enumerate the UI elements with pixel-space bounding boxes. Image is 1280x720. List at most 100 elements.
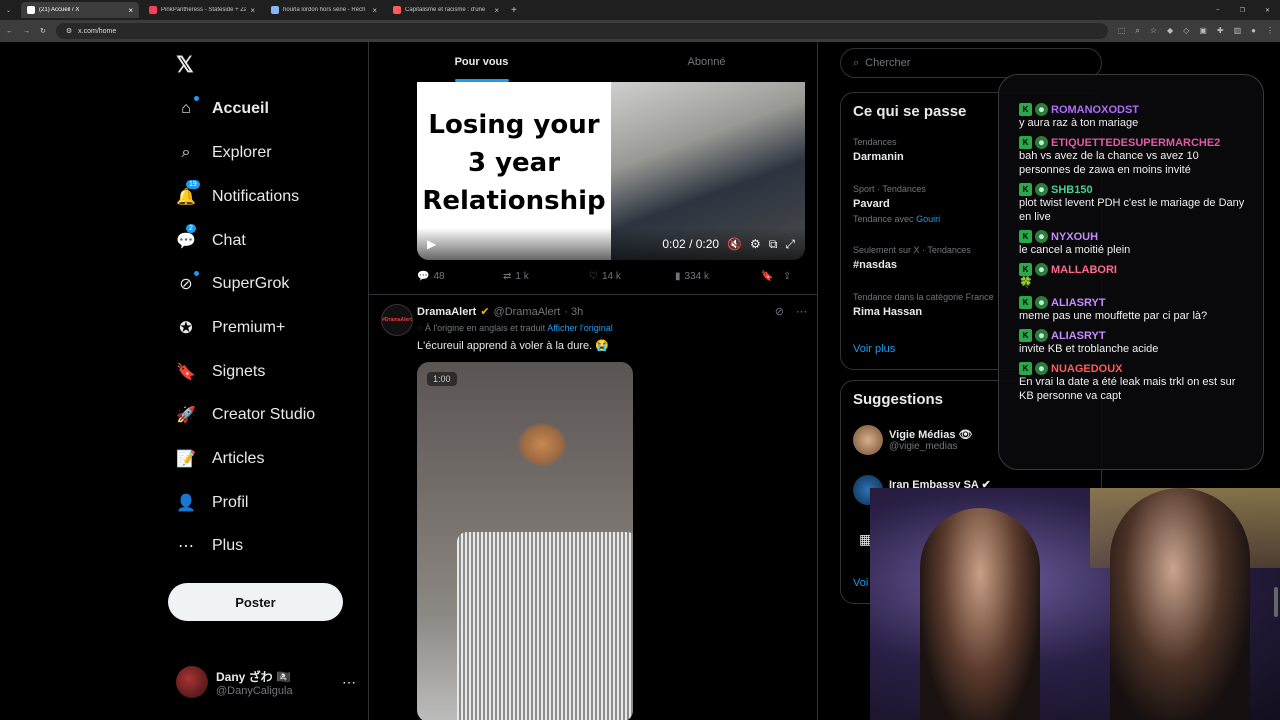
more-icon[interactable]: ⋯ (342, 674, 356, 691)
nav-item-chat[interactable]: 💬 2 Chat (176, 224, 246, 256)
menu-icon[interactable]: ⋮ (1266, 26, 1274, 36)
sidebar-icon[interactable]: ▥ (1234, 26, 1242, 36)
nav-item-premium-[interactable]: ✪ Premium+ (176, 313, 285, 343)
play-icon[interactable]: ▶ (427, 237, 436, 251)
trend-related-link[interactable]: Gouiri (916, 214, 940, 224)
webcam-overlay (870, 488, 1280, 720)
site-info-icon[interactable]: ⚙ (66, 27, 72, 35)
page-scrollbar[interactable] (1274, 92, 1278, 712)
trend-item[interactable]: Tendances Darmanin (853, 137, 1003, 163)
tweet-author-name[interactable]: DramaAlert (417, 306, 476, 318)
browser-toolbar: ← → ↻ ⚙ x.com/home ⬚ ⌕ ☆ ◆ ◇ ▣ ✚ ▥ ● ⋮ (0, 20, 1280, 42)
nav-item-accueil[interactable]: ⌂ Accueil (176, 94, 269, 124)
chat-text: 🍀 (1019, 277, 1033, 289)
account-switcher[interactable]: Dany ざわ 🏴‍☠️ @DanyCaligula ⋯ (176, 666, 356, 698)
repost-button[interactable]: ⇄ 1 k (503, 271, 589, 282)
scrollbar-thumb[interactable] (1274, 587, 1278, 617)
suggestion-item[interactable]: Vigie Médias 👁 @vigie_medias (853, 425, 972, 455)
chat-username: SHB150 (1051, 183, 1093, 196)
search-input[interactable] (865, 57, 1066, 69)
grok-icon[interactable]: ⊘ (775, 305, 784, 318)
close-tab-icon[interactable]: × (494, 6, 499, 15)
tab-title: hourla lordon hors série - Rech (283, 7, 366, 13)
caption-line: Losing your (428, 110, 600, 140)
restore-icon[interactable]: ❐ (1230, 7, 1255, 14)
fullscreen-icon[interactable]: ⤢ (785, 237, 795, 252)
new-tab-button[interactable]: + (511, 5, 517, 16)
suggestions-more-link[interactable]: Voi (853, 577, 868, 589)
post-button[interactable]: Poster (168, 583, 343, 621)
like-count: 14 k (601, 271, 621, 282)
tweet-actions: 💬 48 ⇄ 1 k ♡ 14 k ▮ 334 k 🔖 ⇪ (417, 271, 805, 282)
address-bar[interactable]: ⚙ x.com/home (55, 23, 1108, 39)
chat-icon: 💬 2 (176, 224, 196, 250)
kick-badge-icon: K (1019, 183, 1032, 196)
nav-item-signets[interactable]: 🔖 Signets (176, 357, 265, 387)
kick-badge-icon: K (1019, 103, 1032, 116)
mute-icon[interactable]: 🔇 (727, 237, 742, 251)
trend-item[interactable]: Tendance dans la catégorie France Rima Ha… (853, 292, 1003, 318)
like-button[interactable]: ♡ 14 k (589, 271, 675, 282)
views-button[interactable]: ▮ 334 k (675, 271, 761, 282)
settings-icon[interactable]: ⚙ (750, 237, 761, 251)
extension-icon[interactable]: ◇ (1183, 26, 1189, 36)
minimize-icon[interactable]: – (1206, 7, 1229, 13)
tweet-avatar[interactable]: #DramaAlert (381, 304, 413, 336)
tweet-video[interactable]: Losing your 3 year Relationship ▶ 0:02 /… (417, 82, 805, 260)
zoom-icon[interactable]: ⌕ (1135, 26, 1139, 36)
nav-item-supergrok[interactable]: ⊘ SuperGrok (176, 269, 289, 299)
chat-text: plot twist levent PDH c'est le mariage d… (1019, 197, 1245, 223)
nav-label: Creator Studio (212, 406, 316, 423)
tab-search-icon[interactable]: ⌄ (0, 7, 17, 14)
more-icon[interactable]: ⋯ (796, 305, 807, 318)
nav-item-plus[interactable]: ⋯ Plus (176, 531, 243, 561)
chat-username: ROMANOXODST (1051, 103, 1139, 116)
close-tab-icon[interactable]: × (128, 6, 133, 15)
profile-icon[interactable]: ● (1251, 26, 1256, 36)
trend-item[interactable]: Sport · Tendances Pavard Tendance avec Gou… (853, 184, 1003, 224)
close-tab-icon[interactable]: × (372, 6, 377, 15)
more-circle-icon: ⋯ (178, 538, 194, 555)
browser-tab[interactable]: Capitalisme et racisme : d'une × (387, 2, 505, 18)
notification-badge: 2 (186, 224, 196, 233)
nav-item-profil[interactable]: 👤 Profil (176, 488, 248, 518)
chat-top-fade (1019, 85, 1247, 103)
star-icon[interactable]: ☆ (1150, 26, 1157, 36)
notification-badge: 19 (186, 180, 200, 189)
tweet-video[interactable]: 1:00 (417, 362, 633, 720)
nav-item-notifications[interactable]: 🔔 19 Notifications (176, 180, 299, 212)
tab-abonn-[interactable]: Abonné (594, 42, 817, 82)
extension-icon[interactable]: ▣ (1199, 26, 1207, 36)
bookmark-button[interactable]: 🔖 (761, 271, 783, 282)
views-icon: ▮ (675, 271, 681, 282)
close-tab-icon[interactable]: × (250, 6, 255, 15)
back-icon[interactable]: ← (6, 28, 13, 35)
reply-button[interactable]: 💬 48 (417, 271, 503, 282)
browser-tab[interactable]: PinkPantheress - Stateside + Za × (143, 2, 261, 18)
kick-badge-icon: K (1019, 296, 1032, 309)
install-icon[interactable]: ⬚ (1118, 26, 1126, 36)
trend-name: Rima Hassan (853, 306, 923, 318)
browser-tab[interactable]: (21) Accueil / X × (21, 2, 140, 18)
trends-title: Ce qui se passe (853, 103, 967, 120)
tab-pour-vous[interactable]: Pour vous (369, 42, 594, 82)
show-original-link[interactable]: Afficher l'original (547, 323, 613, 333)
forward-icon[interactable]: → (23, 28, 30, 35)
close-window-icon[interactable]: ✕ (1255, 7, 1280, 14)
nav-item-explorer[interactable]: ⌕ Explorer (176, 138, 272, 168)
trend-item[interactable]: Seulement sur X · Tendances #nasdas (853, 245, 1003, 271)
nav-item-creator-studio[interactable]: 🚀 Creator Studio (176, 400, 315, 430)
nav-label: SuperGrok (212, 275, 290, 292)
reload-icon[interactable]: ↻ (40, 27, 46, 35)
share-button[interactable]: ⇪ (783, 271, 791, 282)
pip-icon[interactable]: ⧉ (769, 237, 778, 252)
nav-item-articles[interactable]: 📝 Articles (176, 444, 264, 474)
puzzle-icon[interactable]: ✚ (1217, 26, 1224, 36)
show-more-link[interactable]: Voir plus (853, 343, 895, 355)
extension-icon[interactable]: ◆ (1167, 26, 1173, 36)
tweet-handle[interactable]: @DramaAlert (494, 306, 561, 318)
tweet-time[interactable]: · 3h (564, 306, 583, 318)
chat-message: K ☻ ALIASRYT meme pas une mouffette par ci … (1019, 296, 1247, 323)
browser-tab[interactable]: hourla lordon hors série - Rech × (265, 2, 383, 18)
x-logo-icon[interactable]: 𝕏 (176, 52, 194, 78)
